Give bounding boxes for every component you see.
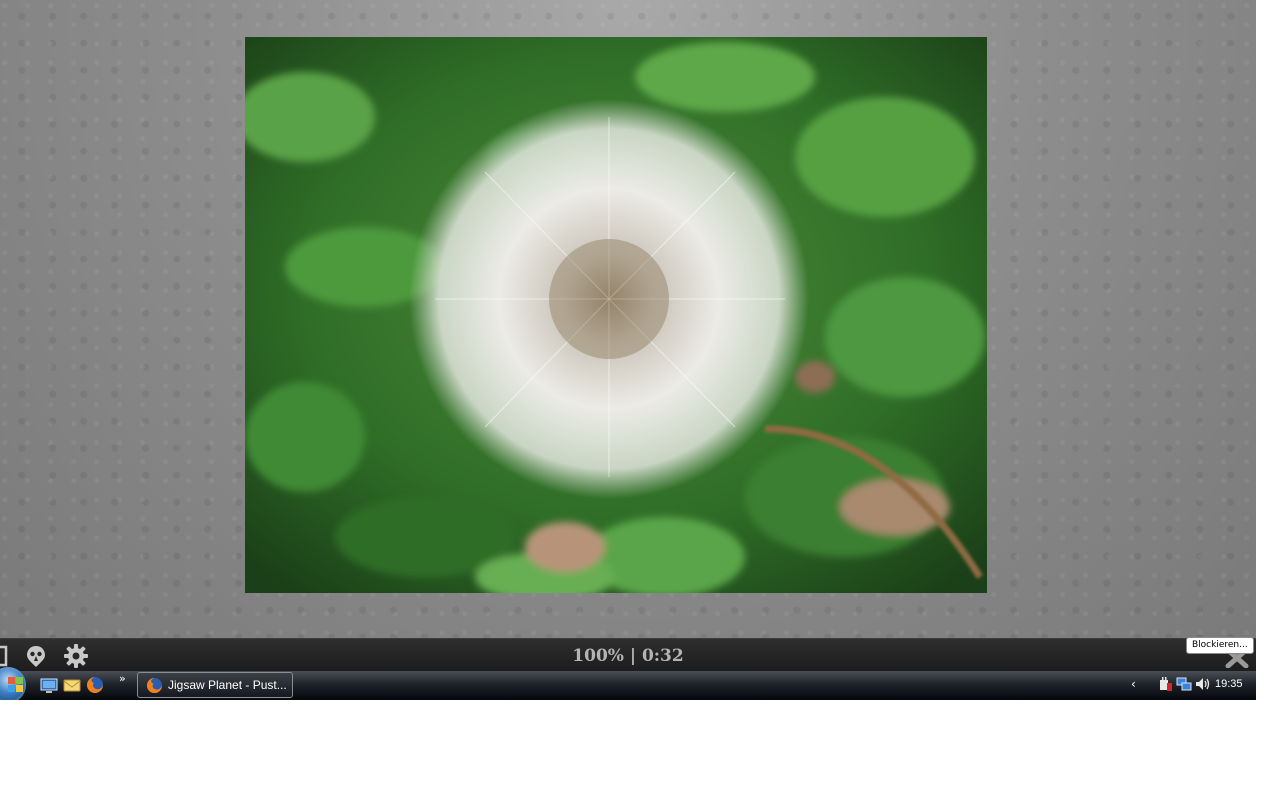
clock[interactable]: 19:35: [1215, 678, 1243, 690]
progress-and-timer: 100% | 0:32: [572, 646, 684, 666]
screen: 100% | 0:32 Blockieren... » Jigsaw Plane…: [0, 0, 1256, 700]
network-icon[interactable]: [1176, 676, 1192, 692]
quick-launch-more-icon[interactable]: »: [119, 672, 126, 685]
volume-icon[interactable]: [1194, 676, 1210, 692]
firefox-icon[interactable]: [86, 676, 104, 694]
dandelion-photo: [245, 37, 987, 593]
windows-logo-icon: [8, 677, 23, 692]
mail-icon[interactable]: [63, 676, 81, 694]
puzzle-toolbar: 100% | 0:32: [0, 638, 1256, 672]
show-desktop-icon[interactable]: [40, 676, 58, 694]
power-icon[interactable]: [1157, 676, 1173, 692]
firefox-icon: [146, 677, 163, 694]
start-button[interactable]: [0, 667, 26, 700]
show-hidden-icons-icon[interactable]: ‹: [1131, 677, 1136, 691]
puzzle-board[interactable]: [0, 0, 1256, 638]
completed-puzzle-image[interactable]: [245, 37, 987, 593]
block-tooltip: Blockieren...: [1186, 637, 1254, 654]
taskbar-item-jigsaw-planet[interactable]: Jigsaw Planet - Pust...: [137, 672, 293, 698]
taskbar-item-label: Jigsaw Planet - Pust...: [168, 678, 287, 692]
